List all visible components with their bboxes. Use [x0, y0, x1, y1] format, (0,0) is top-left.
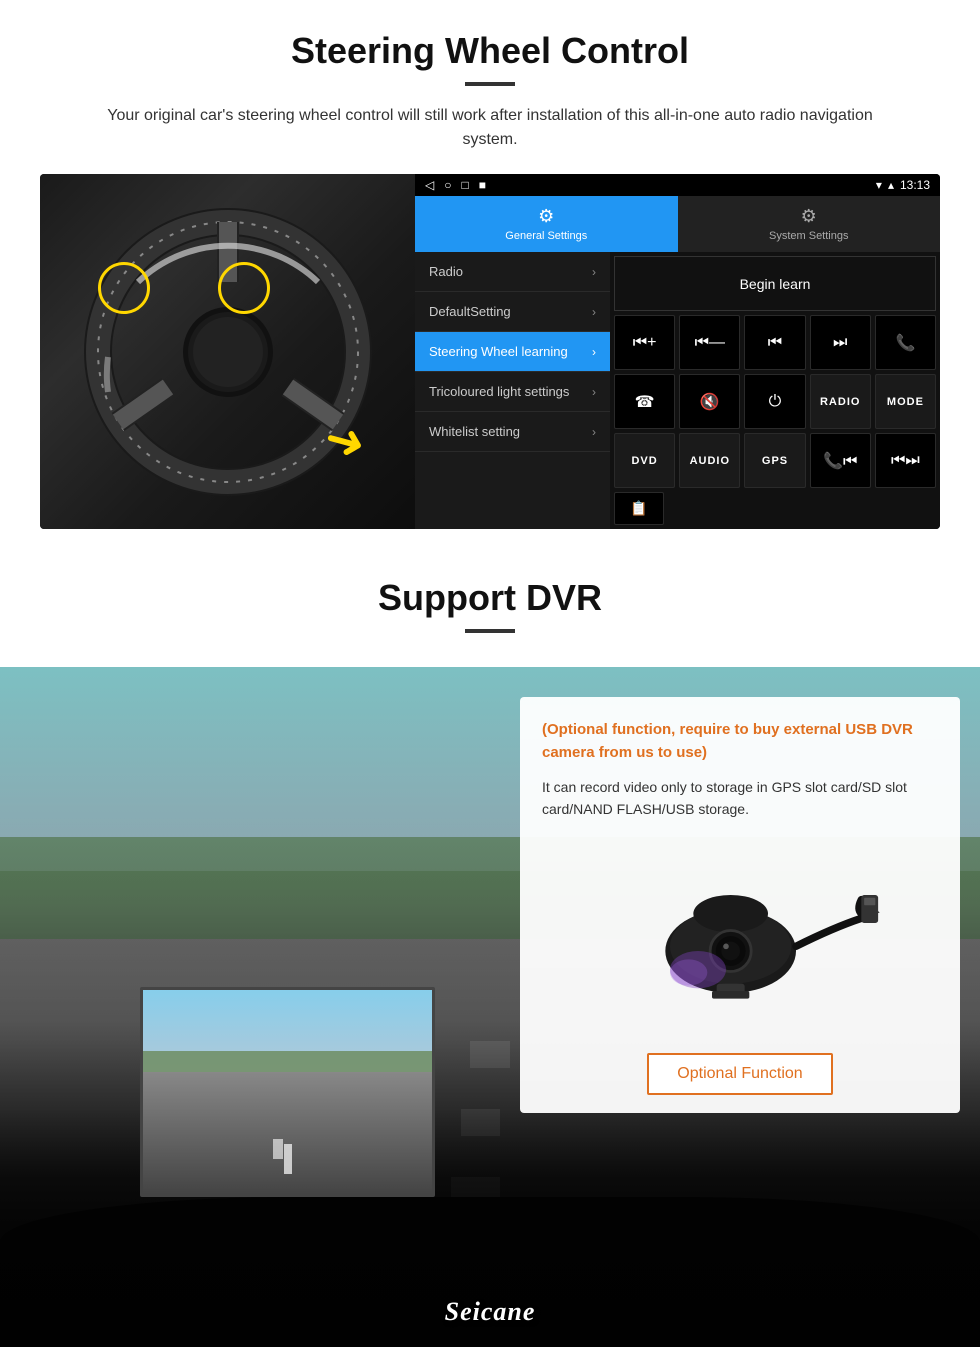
signal-icon: ▾ — [876, 178, 882, 192]
menu-item-radio[interactable]: Radio › — [415, 252, 610, 292]
btn-hangup[interactable]: ☎ — [614, 374, 675, 429]
optional-fn-container: Optional Function — [542, 1053, 938, 1095]
btn-prev-next[interactable]: ⏮⏭ — [875, 433, 936, 488]
title-divider — [465, 82, 515, 86]
dvr-title-area: Support DVR — [0, 549, 980, 667]
seicane-logo: Seicane — [445, 1297, 536, 1327]
yellow-circle-left — [98, 262, 150, 314]
menu-item-whitelist[interactable]: Whitelist setting › — [415, 412, 610, 452]
menu-item-default-setting[interactable]: DefaultSetting › — [415, 292, 610, 332]
btn-vol-up[interactable]: ⏮+ — [614, 315, 675, 370]
menu-whitelist-label: Whitelist setting — [429, 424, 520, 439]
control-row-3: DVD AUDIO GPS 📞⏮ ⏮⏭ — [614, 433, 936, 488]
dvr-title: Support DVR — [40, 577, 940, 619]
steering-composite-image: ➜ ◁ ○ □ ■ ▾ ▴ 13:13 ⚙ General Setting — [40, 174, 940, 529]
page-title: Steering Wheel Control — [40, 30, 940, 72]
tab-system-settings[interactable]: ⚙ System Settings — [678, 196, 941, 252]
btn-vol-down[interactable]: ⏮— — [679, 315, 740, 370]
android-main-content: Radio › DefaultSetting › Steering Wheel … — [415, 252, 940, 529]
control-row-2: ☎ 🔇 ⏻ RADIO MODE — [614, 374, 936, 429]
inset-lane-mark — [284, 1144, 292, 1174]
menu-icon: ■ — [479, 178, 486, 192]
status-time: 13:13 — [900, 178, 930, 192]
menu-steering-label: Steering Wheel learning — [429, 344, 568, 359]
tab-system-label: System Settings — [769, 230, 848, 242]
system-icon: ⚙ — [801, 206, 817, 227]
menu-radio-label: Radio — [429, 264, 463, 279]
btn-power[interactable]: ⏻ — [744, 374, 805, 429]
dvr-optional-heading: (Optional function, require to buy exter… — [542, 719, 938, 764]
nav-icons: ◁ ○ □ ■ — [425, 178, 486, 192]
menu-radio-arrow: › — [592, 265, 596, 279]
btn-next-track[interactable]: ⏭ — [810, 315, 871, 370]
menu-default-arrow: › — [592, 305, 596, 319]
menu-whitelist-arrow: › — [592, 425, 596, 439]
dvr-camera-svg — [600, 857, 880, 1017]
btn-whitelist[interactable]: 📋 — [614, 492, 664, 525]
settings-menu: Radio › DefaultSetting › Steering Wheel … — [415, 252, 610, 529]
android-tab-bar: ⚙ General Settings ⚙ System Settings — [415, 196, 940, 252]
recents-icon: □ — [461, 178, 468, 192]
menu-item-steering-wheel[interactable]: Steering Wheel learning › — [415, 332, 610, 372]
whitelist-row: 📋 — [614, 492, 936, 525]
control-row-1: ⏮+ ⏮— ⏮ ⏭ 📞 — [614, 315, 936, 370]
settings-icon: ⚙ — [538, 206, 554, 227]
steering-wheel-section: Steering Wheel Control Your original car… — [0, 0, 980, 549]
inset-road — [143, 1072, 432, 1194]
btn-phone-prev[interactable]: 📞⏮ — [810, 433, 871, 488]
menu-tricoloured-label: Tricoloured light settings — [429, 384, 569, 399]
btn-radio[interactable]: RADIO — [810, 374, 871, 429]
btn-mute[interactable]: 🔇 — [679, 374, 740, 429]
android-ui-panel: ◁ ○ □ ■ ▾ ▴ 13:13 ⚙ General Settings ⚙ S… — [415, 174, 940, 529]
dvr-info-card: (Optional function, require to buy exter… — [520, 697, 960, 1113]
control-button-grid: Begin learn ⏮+ ⏮— ⏮ ⏭ 📞 ☎ 🔇 ⏻ — [610, 252, 940, 529]
menu-item-tricoloured[interactable]: Tricoloured light settings › — [415, 372, 610, 412]
menu-default-label: DefaultSetting — [429, 304, 511, 319]
wifi-icon: ▴ — [888, 178, 894, 192]
btn-audio[interactable]: AUDIO — [679, 433, 740, 488]
btn-phone[interactable]: 📞 — [875, 315, 936, 370]
btn-gps[interactable]: GPS — [744, 433, 805, 488]
menu-steering-arrow: › — [592, 345, 596, 359]
btn-dvd[interactable]: DVD — [614, 433, 675, 488]
dvr-title-divider — [465, 629, 515, 633]
section-subtitle: Your original car's steering wheel contr… — [80, 104, 900, 152]
dvr-composite-image: (Optional function, require to buy exter… — [0, 667, 980, 1347]
dvr-product-image — [542, 837, 938, 1037]
status-bar: ◁ ○ □ ■ ▾ ▴ 13:13 — [415, 174, 940, 196]
home-icon: ○ — [444, 178, 451, 192]
btn-prev-track[interactable]: ⏮ — [744, 315, 805, 370]
dvr-section: Support DVR — [0, 549, 980, 1347]
dvr-description: It can record video only to storage in G… — [542, 776, 938, 821]
begin-learn-row: Begin learn — [614, 256, 936, 311]
tab-general-settings[interactable]: ⚙ General Settings — [415, 196, 678, 252]
back-icon: ◁ — [425, 178, 434, 192]
tab-general-label: General Settings — [505, 230, 587, 242]
yellow-circle-right — [218, 262, 270, 314]
menu-tricoloured-arrow: › — [592, 385, 596, 399]
optional-function-button[interactable]: Optional Function — [647, 1053, 832, 1095]
begin-learn-button[interactable]: Begin learn — [614, 256, 936, 311]
inset-camera-view — [140, 987, 435, 1197]
btn-mode[interactable]: MODE — [875, 374, 936, 429]
steering-wheel-photo: ➜ — [40, 174, 415, 529]
